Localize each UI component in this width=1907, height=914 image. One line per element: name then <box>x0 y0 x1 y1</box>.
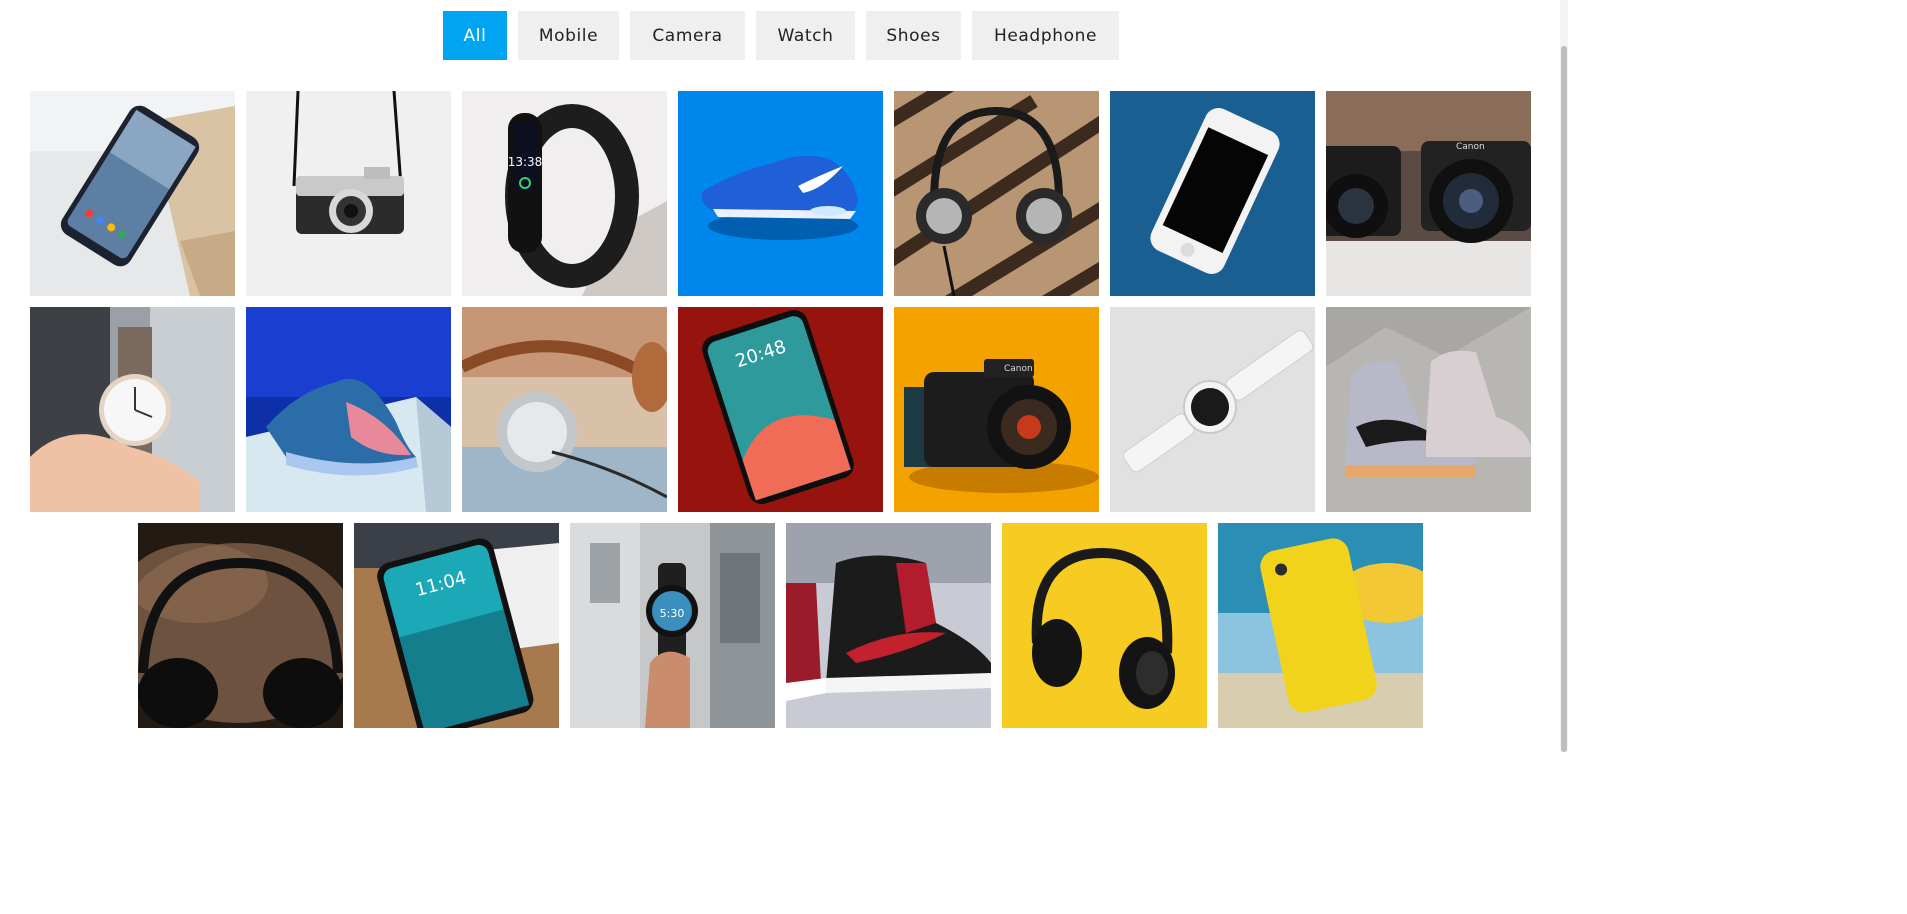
headphones-pallet-image <box>894 91 1099 296</box>
gallery-item-headphone[interactable] <box>894 91 1099 296</box>
gallery-item-headphone[interactable] <box>1002 523 1207 728</box>
running-shoe-image <box>246 307 451 512</box>
band-time-text: 13:38 <box>508 155 543 169</box>
gallery-item-camera[interactable] <box>246 91 451 296</box>
analog-watch-image <box>30 307 235 512</box>
gallery-item-watch[interactable]: 5:30 <box>570 523 775 728</box>
gallery-item-camera[interactable]: Canon <box>894 307 1099 512</box>
gallery-item-camera[interactable]: Canon <box>1326 91 1531 296</box>
gallery-item-headphone[interactable] <box>138 523 343 728</box>
gallery-item-mobile[interactable] <box>1110 91 1315 296</box>
filter-camera-button[interactable]: Camera <box>630 11 745 60</box>
high-top-sneakers-image <box>1326 307 1531 512</box>
svg-text:Canon: Canon <box>1004 364 1033 374</box>
gallery-item-mobile[interactable] <box>30 91 235 296</box>
red-phone-image: 20:48 <box>678 307 883 512</box>
gallery-item-shoes[interactable] <box>786 523 991 728</box>
red-black-sneakers-image <box>786 523 991 728</box>
blue-sneaker-image <box>678 91 883 296</box>
white-phone-image <box>1110 91 1315 296</box>
watch-time-text: 5:30 <box>660 607 685 620</box>
gallery-item-watch[interactable] <box>1110 307 1315 512</box>
gallery-item-mobile[interactable]: 11:04 <box>354 523 559 728</box>
orange-camera-image: Canon <box>894 307 1099 512</box>
scrollbar-thumb[interactable] <box>1561 46 1567 752</box>
filter-shoes-button[interactable]: Shoes <box>866 11 961 60</box>
yellow-phone-image <box>1218 523 1423 728</box>
filter-watch-button[interactable]: Watch <box>756 11 855 60</box>
filter-headphone-button[interactable]: Headphone <box>972 11 1119 60</box>
headphones-yellow-image <box>1002 523 1207 728</box>
filter-all-button[interactable]: All <box>443 11 507 60</box>
gallery-item-mobile[interactable] <box>1218 523 1423 728</box>
svg-text:Canon: Canon <box>1456 142 1485 152</box>
headphones-fur-image <box>138 523 343 728</box>
two-cameras-image: Canon <box>1326 91 1531 296</box>
white-smartwatch-image <box>1110 307 1315 512</box>
smartphone-image <box>30 91 235 296</box>
filter-mobile-button[interactable]: Mobile <box>518 11 619 60</box>
gallery-item-headphone[interactable] <box>462 307 667 512</box>
filter-bar: All Mobile Camera Watch Shoes Headphone <box>443 11 1119 60</box>
gallery-item-watch[interactable] <box>30 307 235 512</box>
gallery-item-mobile[interactable]: 20:48 <box>678 307 883 512</box>
gallery-item-watch[interactable]: 13:38 <box>462 91 667 296</box>
gallery-item-shoes[interactable] <box>1326 307 1531 512</box>
phone-on-box-image: 11:04 <box>354 523 559 728</box>
metal-headphones-image <box>462 307 667 512</box>
gallery-item-shoes[interactable] <box>246 307 451 512</box>
gallery-item-shoes[interactable] <box>678 91 883 296</box>
round-smartwatch-image: 5:30 <box>570 523 775 728</box>
fitness-band-image: 13:38 <box>462 91 667 296</box>
page-scrollbar[interactable] <box>1560 0 1568 752</box>
vintage-camera-image <box>246 91 451 296</box>
